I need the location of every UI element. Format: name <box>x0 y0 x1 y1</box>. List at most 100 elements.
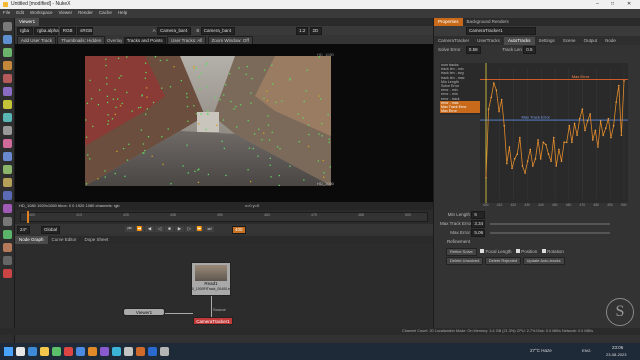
taskbar-app-icon[interactable] <box>124 347 133 356</box>
node-name-field[interactable]: CameraTracker1 <box>466 27 536 35</box>
viewer-canvas[interactable]: HD_1080 HD_1080 <box>15 44 433 202</box>
last-frame-button[interactable]: ⏭ <box>205 226 214 232</box>
max-error-field[interactable]: 5.06 <box>471 229 486 237</box>
update-auto-tracks-button[interactable]: Update Auto-tracks <box>522 257 565 265</box>
menu-help[interactable]: Help <box>115 9 130 17</box>
tool-icon-3[interactable] <box>3 48 12 57</box>
tab-cameratracker[interactable]: CameraTracker <box>434 37 473 45</box>
clock-time[interactable]: 23:06 <box>612 345 623 350</box>
playhead[interactable] <box>27 211 29 223</box>
play-reverse-button[interactable]: ◁ <box>155 226 164 232</box>
current-frame-field[interactable]: 400 <box>232 226 246 234</box>
colorspace-select[interactable]: RGB <box>59 27 76 35</box>
menu-edit[interactable]: Edit <box>13 9 27 17</box>
channels-select[interactable]: rgba <box>17 27 33 35</box>
timeline[interactable]: 400 413 425 438 450 463 475 488 500 <box>15 210 433 224</box>
input-a-select[interactable]: Camera_bar4 <box>156 27 191 35</box>
tool-icon-12[interactable] <box>3 165 12 174</box>
fps-field[interactable]: 24* <box>17 226 30 234</box>
input-b-select[interactable]: Camera_bar4 <box>200 27 235 35</box>
taskbar-app-icon[interactable] <box>100 347 109 356</box>
track-len-field[interactable]: 0.5 <box>523 46 536 54</box>
maximize-button[interactable]: □ <box>611 0 614 9</box>
frame-range-scope[interactable]: Global <box>41 226 61 234</box>
tool-icon-15[interactable] <box>3 204 12 213</box>
tool-icon-7[interactable] <box>3 100 12 109</box>
curve-list-item[interactable]: Max Error <box>440 109 480 114</box>
node-graph[interactable]: Read1 0_1000FtTrack_00400.exr Source Cam… <box>15 244 433 328</box>
taskbar-app-icon[interactable] <box>28 347 37 356</box>
view-transform-select[interactable]: sRGB <box>77 27 94 35</box>
taskbar-app-icon[interactable] <box>88 347 97 356</box>
tab-viewer1[interactable]: Viewer1 <box>15 18 40 26</box>
menu-file[interactable]: File <box>0 9 13 17</box>
tab-properties[interactable]: Properties <box>434 18 463 26</box>
delete-rejected-button[interactable]: Delete Rejected <box>484 257 522 265</box>
min-length-field[interactable]: 6 <box>471 211 486 219</box>
solve-error-field[interactable]: 0.58 <box>465 46 481 54</box>
tool-icon-4[interactable] <box>3 61 12 70</box>
tool-icon-18[interactable] <box>3 243 12 252</box>
taskbar-app-icon[interactable] <box>52 347 61 356</box>
first-frame-button[interactable]: ⏮ <box>125 226 134 232</box>
tab-node[interactable]: Node <box>601 37 620 45</box>
tool-icon-1[interactable] <box>3 22 12 31</box>
tab-settings[interactable]: Settings <box>535 37 559 45</box>
max-error-slider[interactable] <box>489 231 610 234</box>
tool-icon-19[interactable] <box>3 256 12 265</box>
tab-dope-sheet[interactable]: Dope Sheet <box>81 236 113 244</box>
language-indicator[interactable]: ENG <box>582 348 591 353</box>
step-back-button[interactable]: ◀ <box>145 226 154 232</box>
max-track-error-slider[interactable] <box>489 222 610 225</box>
view-mode-select[interactable]: 2D <box>309 27 322 35</box>
taskbar-app-icon[interactable] <box>148 347 157 356</box>
weather-status[interactable]: 27°C Haze <box>530 348 552 353</box>
max-track-error-field[interactable]: 3.34 <box>471 220 486 228</box>
tab-usertracks[interactable]: UserTracks <box>473 37 504 45</box>
delete-unsolved-button[interactable]: Delete Unsolved <box>446 257 484 265</box>
next-keyframe-button[interactable]: ⏩ <box>195 226 204 232</box>
tool-icon-10[interactable] <box>3 139 12 148</box>
rotation-checkbox[interactable] <box>541 249 546 253</box>
tool-icon-2[interactable] <box>3 35 12 44</box>
taskbar-app-icon[interactable] <box>76 347 85 356</box>
taskbar-app-icon[interactable] <box>64 347 73 356</box>
focal-length-checkbox[interactable] <box>480 249 485 253</box>
tool-icon-11[interactable] <box>3 152 12 161</box>
zoom-select[interactable]: 1:2 <box>296 27 309 35</box>
start-icon[interactable] <box>4 347 13 356</box>
tab-curve-editor[interactable]: Curve Editor <box>48 236 81 244</box>
taskbar-app-icon[interactable] <box>160 347 169 356</box>
close-button[interactable]: ✕ <box>627 0 631 9</box>
taskbar-app-icon[interactable] <box>40 347 49 356</box>
tool-icon-5[interactable] <box>3 74 12 83</box>
tool-icon-8[interactable] <box>3 113 12 122</box>
tool-icon-9[interactable] <box>3 126 12 135</box>
tool-icon-13[interactable] <box>3 178 12 187</box>
refine-solve-button[interactable]: Refine Solve <box>446 248 477 256</box>
error-graph[interactable]: Max Error Max Track Error <box>480 63 628 203</box>
tool-icon-20[interactable] <box>3 269 12 278</box>
tool-icon-17[interactable] <box>3 230 12 239</box>
menu-render[interactable]: Render <box>75 9 96 17</box>
tab-scene[interactable]: Scene <box>559 37 580 45</box>
tab-output[interactable]: Output <box>580 37 602 45</box>
tab-autotracks[interactable]: AutoTracks <box>503 37 535 45</box>
taskbar-app-icon[interactable] <box>16 347 25 356</box>
play-button[interactable]: ▶ <box>175 226 184 232</box>
position-checkbox[interactable] <box>515 249 520 253</box>
menu-viewer[interactable]: Viewer <box>55 9 75 17</box>
tool-icon-16[interactable] <box>3 217 12 226</box>
menu-workspace[interactable]: Workspace <box>27 9 55 17</box>
tab-node-graph[interactable]: Node Graph <box>15 236 48 244</box>
tab-background-renders[interactable]: Background Renders <box>463 18 513 26</box>
prev-keyframe-button[interactable]: ⏪ <box>135 226 144 232</box>
viewer-node[interactable]: Viewer1 <box>123 308 165 316</box>
menu-cache[interactable]: Cache <box>96 9 115 17</box>
taskbar-app-icon[interactable] <box>136 347 145 356</box>
taskbar-app-icon[interactable] <box>112 347 121 356</box>
cameratracker-node[interactable]: CameraTracker1 <box>193 317 233 325</box>
read-node[interactable]: Read1 0_1000FtTrack_00400.exr <box>191 262 231 296</box>
minimize-button[interactable]: – <box>596 0 599 9</box>
tool-icon-6[interactable] <box>3 87 12 96</box>
